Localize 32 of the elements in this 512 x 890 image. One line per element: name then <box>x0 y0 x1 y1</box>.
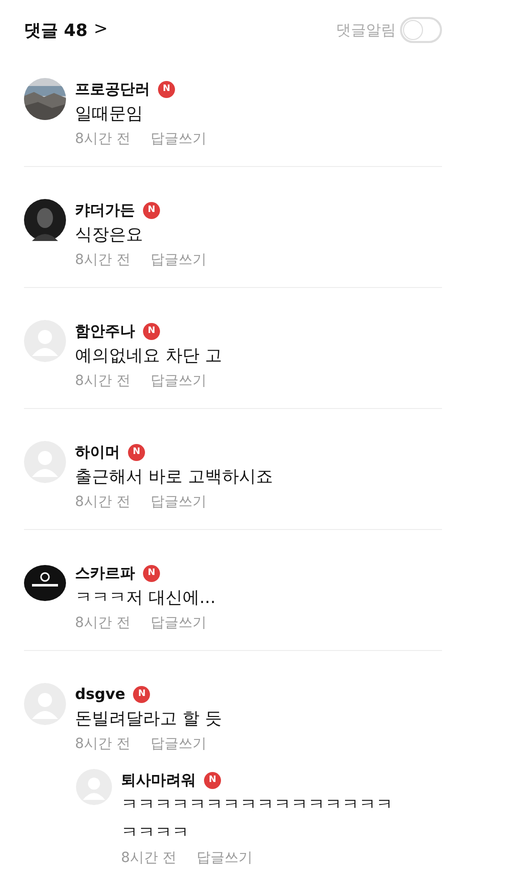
badge: N <box>128 444 145 460</box>
comment-text: ㅋㅋㅋㅋㅋㅋㅋㅋㅋㅋㅋㅋㅋㅋㅋㅋㅋㅋㅋㅋ <box>121 794 394 845</box>
comment-text: 식장은요 <box>75 224 144 247</box>
comment-text: ㅋㅋㅋ저 대신에... <box>75 587 217 610</box>
badge: N <box>143 202 160 218</box>
comment-time: 8시간 전 <box>75 735 130 754</box>
author-name[interactable]: 퇴사마려워 <box>121 770 196 790</box>
badge: N <box>143 322 160 340</box>
badge: N <box>204 772 221 788</box>
author-name[interactable]: 스카르파 <box>75 564 135 582</box>
comment-text: 예의없네요 차단 고 <box>75 345 223 368</box>
author-name[interactable]: 프로공단러 <box>75 80 150 98</box>
comment-time: 8시간 전 <box>75 372 130 391</box>
logo-avatar-icon <box>24 562 66 604</box>
comment-text: 출근해서 바로 고백하시죠 <box>75 466 274 489</box>
comment-count-link[interactable]: 댓글 48 > <box>24 18 108 42</box>
comment-time: 8시간 전 <box>75 614 130 633</box>
badge: N <box>143 564 160 582</box>
comment-time: 8시간 전 <box>121 849 176 868</box>
comment-time: 8시간 전 <box>75 251 130 270</box>
badge: N <box>158 80 175 98</box>
author-name[interactable]: dsgve <box>75 685 126 703</box>
badge: N <box>133 686 150 702</box>
comment-time: 8시간 전 <box>75 130 130 149</box>
comment-text: 일때문임 <box>75 103 144 126</box>
author-name[interactable]: 캬더가든 <box>75 200 135 220</box>
author-name[interactable]: 하이머 <box>75 442 120 462</box>
comment-time: 8시간 전 <box>75 493 130 512</box>
alert-label: 댓글알림 <box>336 20 396 40</box>
alert-toggle[interactable] <box>400 17 442 43</box>
author-name[interactable]: 함안주나 <box>75 322 135 340</box>
comment-text: 돈빌려달라고 할 듯 <box>75 708 223 731</box>
